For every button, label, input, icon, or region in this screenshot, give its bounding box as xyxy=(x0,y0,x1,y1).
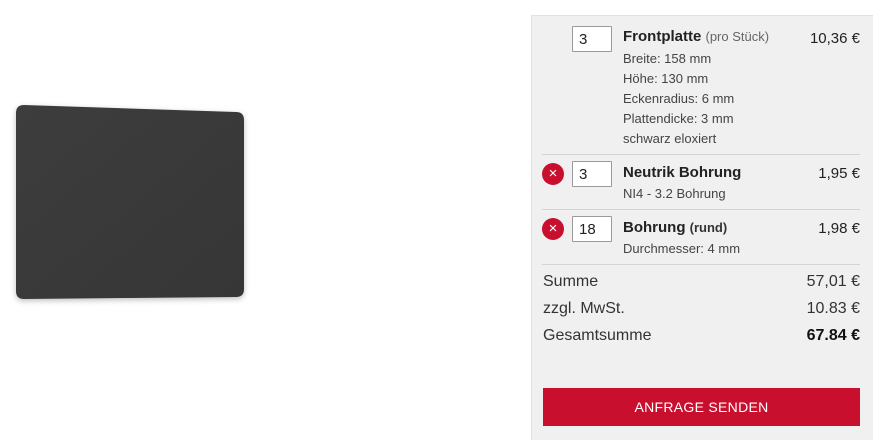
item-detail: Eckenradius: 6 mm xyxy=(623,91,735,106)
quantity-input[interactable] xyxy=(572,216,612,242)
tax-value: 10.83 € xyxy=(806,300,860,317)
total-value: 67.84 € xyxy=(806,327,860,344)
panel-preview xyxy=(0,0,530,439)
divider xyxy=(542,264,860,265)
item-detail: Durchmesser: 4 mm xyxy=(623,241,741,256)
subtotal-label: Summe xyxy=(543,273,599,290)
item-price: 10,36 € xyxy=(809,30,860,47)
subtotal-row: Summe 57,01 € xyxy=(543,273,860,297)
subtotal-value: 57,01 € xyxy=(806,273,860,290)
item-detail: Plattendicke: 3 mm xyxy=(623,111,734,126)
total-label: Gesamtsumme xyxy=(543,327,652,344)
divider xyxy=(542,154,860,155)
remove-item-icon[interactable]: × xyxy=(542,163,564,185)
item-name-sub: (pro Stück) xyxy=(705,29,770,44)
item-name-text: Bohrung xyxy=(623,219,686,236)
item-name: Neutrik Bohrung xyxy=(623,164,742,181)
tax-label: zzgl. MwSt. xyxy=(543,300,625,317)
total-row: Gesamtsumme 67.84 € xyxy=(543,327,860,351)
quantity-input[interactable] xyxy=(572,26,612,52)
tax-row: zzgl. MwSt. 10.83 € xyxy=(543,300,860,324)
item-name: Bohrung (rund) xyxy=(623,219,727,236)
item-name-text: Frontplatte xyxy=(623,28,702,45)
quantity-input[interactable] xyxy=(572,161,612,187)
remove-item-icon[interactable]: × xyxy=(542,218,564,240)
item-name: Frontplatte (pro Stück) xyxy=(623,28,769,45)
item-detail: Höhe: 130 mm xyxy=(623,71,709,86)
front-panel-render xyxy=(16,105,244,299)
item-price: 1,95 € xyxy=(818,165,860,182)
item-price: 1,98 € xyxy=(818,220,860,237)
item-detail: Breite: 158 mm xyxy=(623,51,712,66)
send-request-button[interactable]: ANFRAGE SENDEN xyxy=(543,388,860,426)
item-name-suffix: (rund) xyxy=(689,220,728,235)
item-detail: NI4 - 3.2 Bohrung xyxy=(623,186,726,201)
item-detail: schwarz eloxiert xyxy=(623,131,717,146)
divider xyxy=(542,209,860,210)
cart-sidebar: Frontplatte (pro Stück) 10,36 € Breite: … xyxy=(531,15,873,440)
